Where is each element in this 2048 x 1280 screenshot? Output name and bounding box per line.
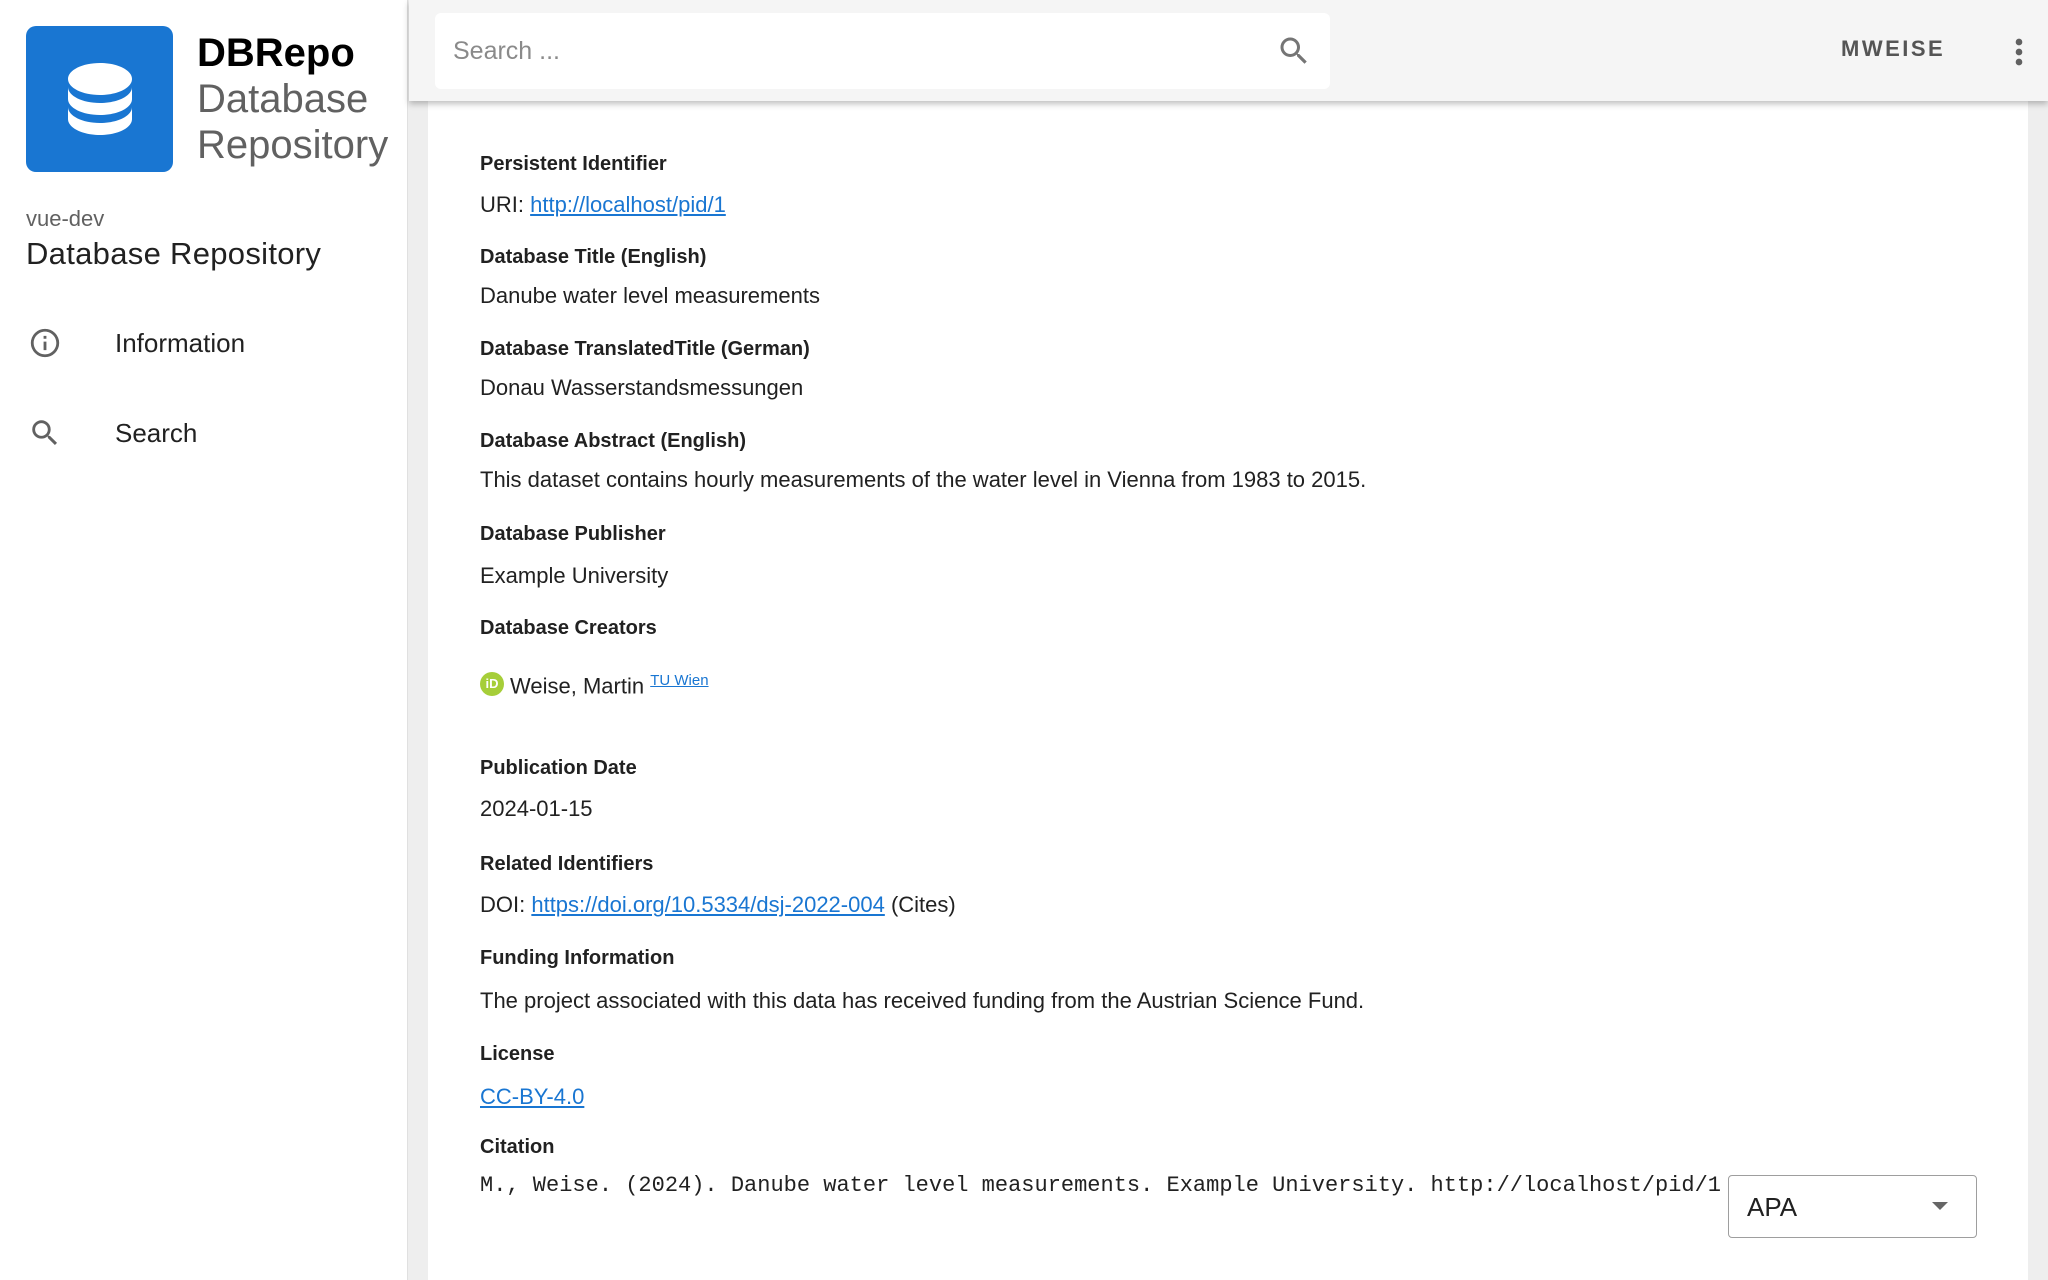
- creators-field: Database Creators iD Weise, Martin TU Wie…: [480, 617, 709, 700]
- publication-date-value: 2024-01-15: [480, 796, 593, 821]
- creator-entry: iD Weise, Martin TU Wien: [480, 668, 709, 700]
- sidebar: DBRepo Database Repository vue-dev Datab…: [0, 0, 408, 1280]
- sidebar-item-label: Information: [115, 327, 246, 358]
- chevron-down-icon: [1932, 1202, 1948, 1210]
- abstract-value: This dataset contains hourly measurement…: [480, 467, 1367, 492]
- info-icon: [30, 328, 60, 358]
- citation-text: M., Weise. (2024). Danube water level me…: [480, 1173, 1722, 1198]
- search-input[interactable]: [453, 13, 1253, 89]
- abstract-label: Database Abstract (English): [480, 430, 746, 452]
- citation-style-value: APA: [1747, 1192, 1798, 1222]
- funding-field: Funding Information The project associat…: [480, 947, 1364, 1014]
- license-field: License CC-BY-4.0: [480, 1043, 584, 1110]
- sidebar-item-information[interactable]: Information: [0, 303, 408, 383]
- citation-label: Citation: [480, 1136, 555, 1158]
- publisher-field: Database Publisher Example University: [480, 523, 668, 589]
- brand-subtitle-line1: Database: [197, 77, 369, 121]
- pid-prefix: URI:: [480, 192, 531, 217]
- sidebar-item-label: Search: [115, 417, 198, 448]
- logo[interactable]: DBRepo Database Repository: [26, 26, 388, 172]
- publication-date-label: Publication Date: [480, 757, 637, 779]
- database-info-card: Persistent Identifier URI: http://localh…: [428, 101, 2028, 1280]
- citation-style-select[interactable]: APA: [1728, 1175, 1977, 1238]
- user-account-button[interactable]: MWEISE: [1841, 36, 1945, 62]
- related-prefix: DOI:: [480, 892, 532, 917]
- more-vert-icon[interactable]: [1999, 32, 2039, 72]
- brand-name: DBRepo: [197, 31, 355, 75]
- related-doi-link[interactable]: https://doi.org/10.5334/dsj-2022-004: [531, 892, 884, 917]
- creator-affiliation-link[interactable]: TU Wien: [650, 672, 708, 689]
- database-logo-icon: [26, 26, 173, 172]
- pid-link[interactable]: http://localhost/pid/1: [530, 192, 726, 217]
- license-link[interactable]: CC-BY-4.0: [480, 1084, 584, 1109]
- search-icon[interactable]: [1276, 33, 1312, 69]
- abstract-field: Database Abstract (English) This dataset…: [480, 430, 1366, 493]
- search-icon: [32, 420, 58, 446]
- citation-field: Citation M., Weise. (2024). Danube water…: [480, 1136, 1721, 1198]
- site-title: Database Repository: [26, 236, 322, 271]
- translated-title-value: Donau Wasserstandsmessungen: [480, 375, 804, 400]
- publisher-label: Database Publisher: [480, 523, 666, 545]
- title-label: Database Title (English): [480, 246, 707, 268]
- funding-value: The project associated with this data ha…: [480, 988, 1365, 1013]
- publisher-value: Example University: [480, 563, 669, 588]
- translated-title-field: Database TranslatedTitle (German) Donau …: [480, 338, 810, 401]
- related-relation: (Cites): [890, 892, 956, 917]
- title-field: Database Title (English) Danube water le…: [480, 246, 820, 309]
- pid-field: Persistent Identifier URI: http://localh…: [480, 153, 726, 218]
- brand-subtitle-line2: Repository: [197, 123, 389, 167]
- creators-label: Database Creators: [480, 617, 657, 639]
- funding-label: Funding Information: [480, 947, 675, 969]
- publication-date-field: Publication Date 2024-01-15: [480, 757, 637, 822]
- pid-label: Persistent Identifier: [480, 153, 667, 175]
- related-identifiers-label: Related Identifiers: [480, 853, 654, 875]
- license-label: License: [480, 1043, 555, 1065]
- title-value: Danube water level measurements: [480, 283, 820, 308]
- translated-title-label: Database TranslatedTitle (German): [480, 338, 810, 360]
- creator-name: Weise, Martin: [510, 673, 645, 699]
- orcid-icon[interactable]: iD: [480, 671, 504, 696]
- top-app-bar: MWEISE: [409, 0, 2048, 101]
- sidebar-item-search[interactable]: Search: [0, 393, 408, 473]
- search-field[interactable]: [435, 13, 1330, 89]
- related-identifiers-field: Related Identifiers DOI: https://doi.org…: [480, 853, 956, 918]
- environment-label: vue-dev: [26, 206, 105, 231]
